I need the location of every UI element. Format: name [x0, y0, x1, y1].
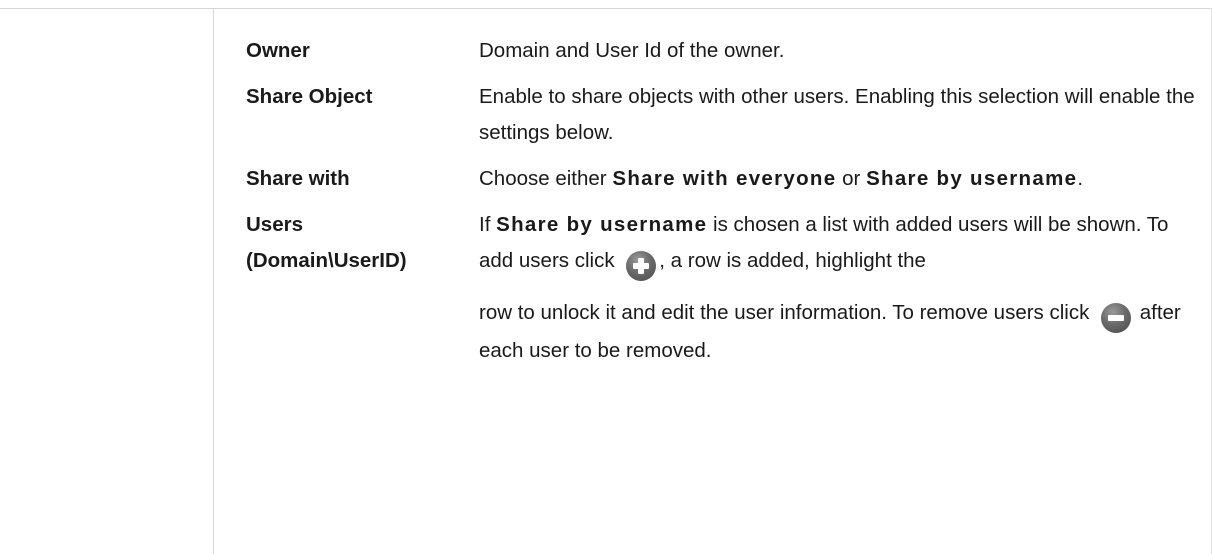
term-line: (Domain\UserID)	[246, 249, 407, 272]
property-term: Owner	[246, 39, 310, 62]
property-description: Choose either Share with everyone or Sha…	[479, 161, 1196, 197]
desc-text: .	[1077, 167, 1084, 190]
desc-text: , a row is added, highlight the	[659, 249, 926, 272]
property-row-owner: Owner Domain and User Id of the owner.	[246, 33, 1196, 69]
top-border	[0, 8, 1212, 9]
property-row-share-object: Share Object Enable to share objects wit…	[246, 79, 1196, 151]
desc-text: Choose either	[479, 167, 613, 190]
property-term: Users (Domain\UserID)	[246, 207, 479, 369]
property-table: Owner Domain and User Id of the owner. S…	[246, 33, 1196, 369]
option-share-by-username: Share by username	[496, 213, 708, 236]
property-description: If Share by username is chosen a list wi…	[479, 207, 1196, 369]
term-line: Users	[246, 213, 303, 236]
add-circle-icon	[626, 251, 657, 281]
option-share-with-everyone: Share with everyone	[612, 167, 837, 190]
desc-text: row to unlock it and edit the user infor…	[479, 301, 1096, 324]
remove-circle-icon	[1101, 303, 1132, 333]
desc-text: or	[836, 167, 867, 190]
property-row-share-with: Share with Choose either Share with ever…	[246, 161, 1196, 197]
option-share-by-username: Share by username	[866, 167, 1078, 190]
property-term: Share Object	[246, 85, 373, 108]
property-row-users: Users (Domain\UserID) If Share by usernam…	[246, 207, 1196, 369]
property-term: Share with	[246, 167, 350, 190]
desc-text: If	[479, 213, 497, 236]
property-description: Enable to share objects with other users…	[479, 85, 1195, 144]
property-description: Domain and User Id of the owner.	[479, 39, 785, 62]
document-page: Owner Domain and User Id of the owner. S…	[0, 0, 1212, 554]
left-column-border	[213, 8, 214, 554]
